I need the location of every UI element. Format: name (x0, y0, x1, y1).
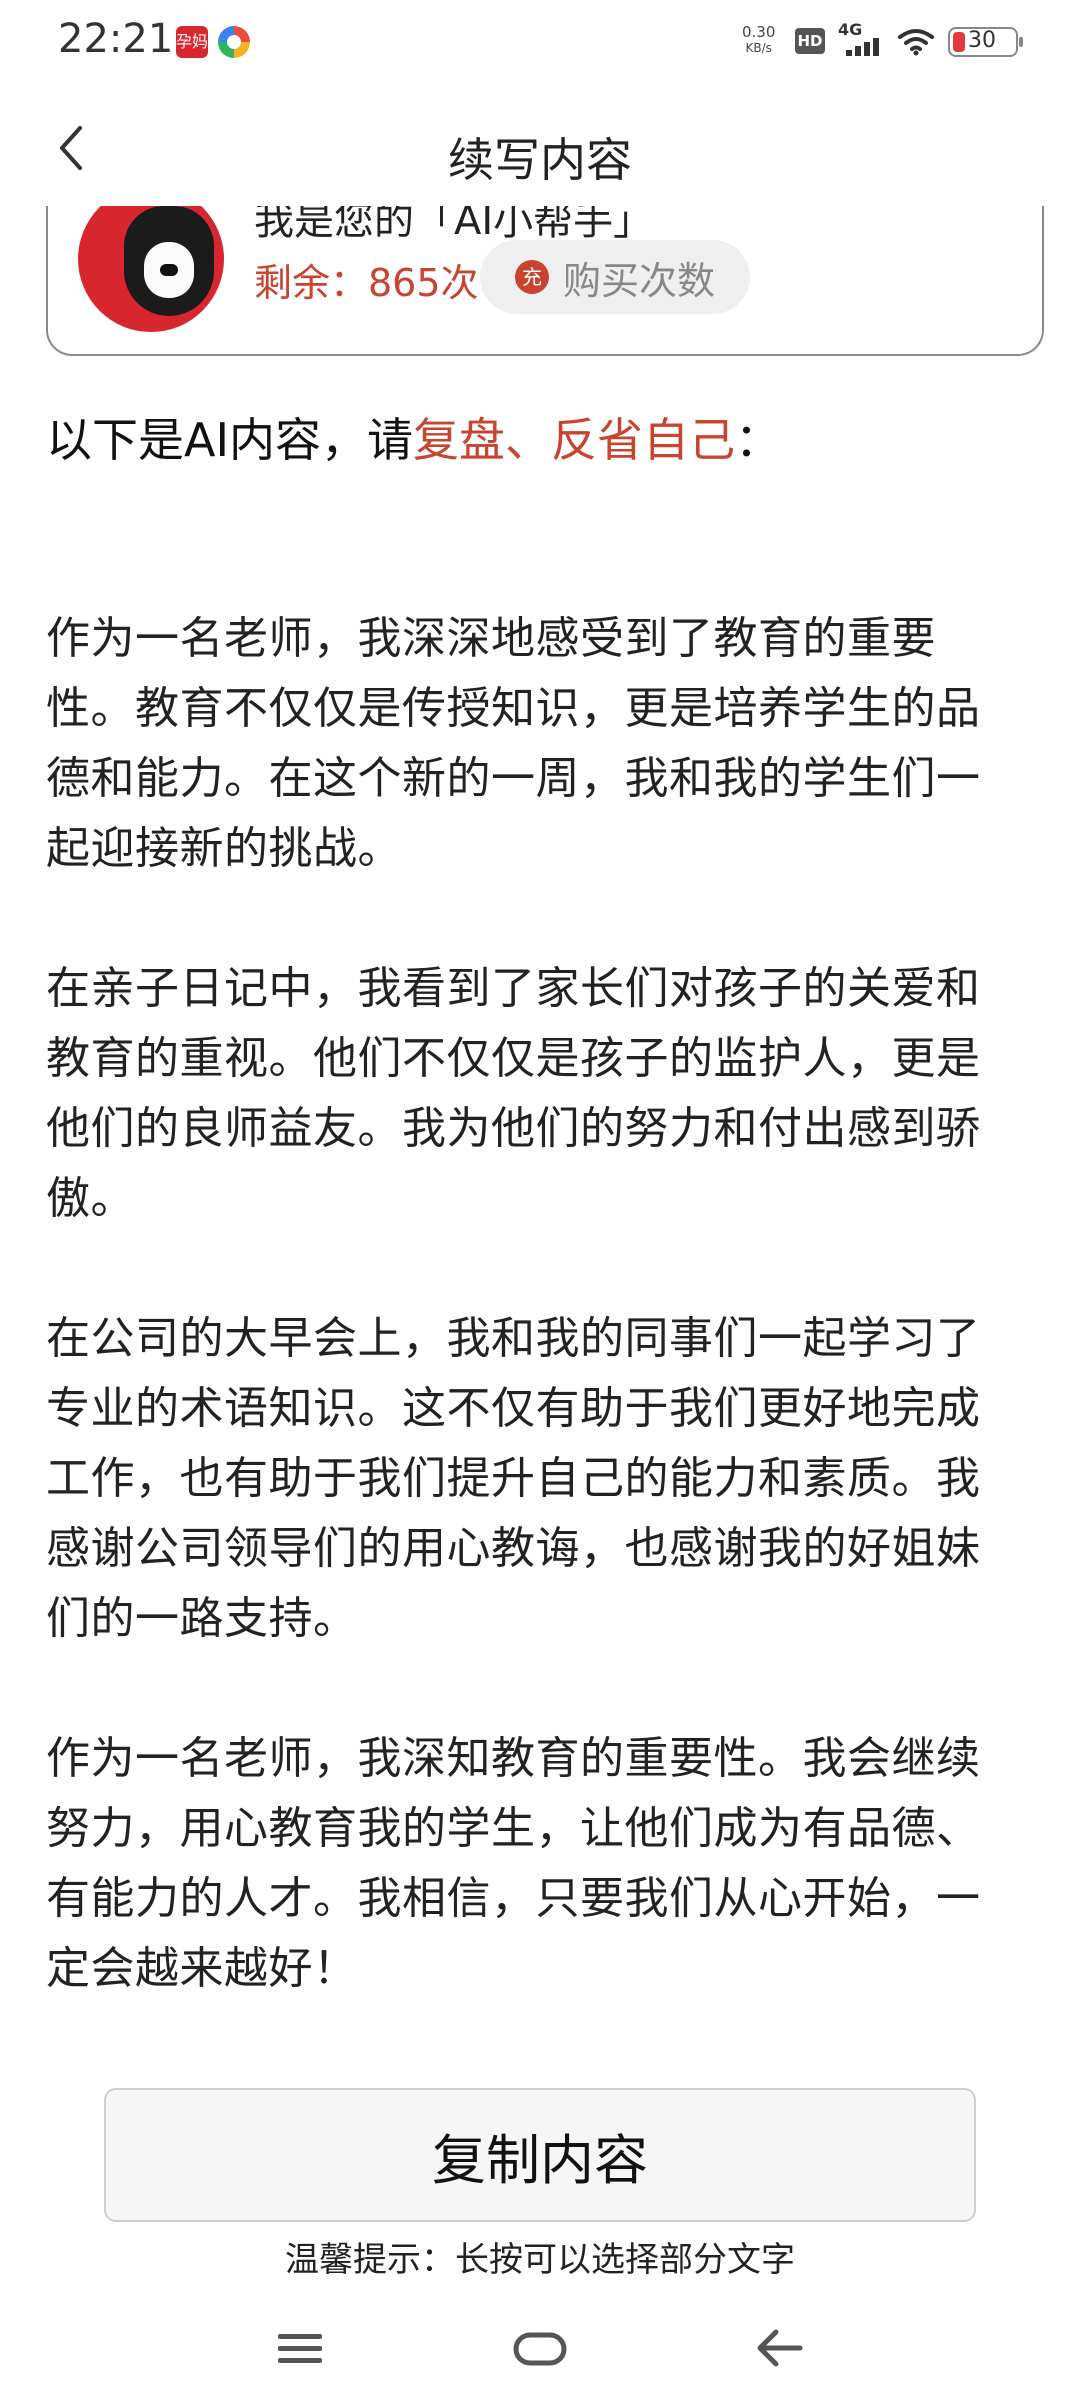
system-nav-bar (0, 2300, 1080, 2400)
network-speed: 0.30 KB/s (742, 24, 775, 56)
buy-times-button[interactable]: 充 购买次数 (480, 240, 750, 314)
wifi-icon (898, 29, 934, 56)
network-speed-value: 0.30 (742, 23, 776, 41)
assistant-card: 我是您的「AI小帮手」 剩余：865次 充 购买次数 (46, 206, 1044, 356)
avatar (78, 206, 224, 332)
menu-icon[interactable] (260, 2318, 340, 2378)
ai-content[interactable]: 作为一名老师，我深深地感受到了教育的重要性。教育不仅仅是传授知识，更是培养学生的… (46, 604, 1006, 2074)
arrow-left-icon[interactable] (740, 2318, 820, 2378)
intro-suffix: ： (735, 413, 782, 467)
intro-accent: 复盘、反省自己 (413, 413, 736, 467)
status-bar: 22:21 孕妈 0.30 KB/s HD 4G 30 (0, 0, 1080, 84)
app-notification-icon: 孕妈 (176, 26, 208, 58)
content-paragraph[interactable]: 在公司的大早会上，我和我的同事们一起学习了专业的术语知识。这不仅有助于我们更好地… (46, 1304, 1006, 1654)
copy-content-label: 复制内容 (432, 2128, 648, 2192)
app-header: 续写内容 (0, 96, 1080, 206)
intro-line: 以下是AI内容，请复盘、反省自己： (46, 404, 781, 470)
home-icon[interactable] (500, 2318, 580, 2378)
copy-content-button[interactable]: 复制内容 (104, 2088, 976, 2222)
battery-level: 30 (968, 28, 996, 53)
app-notification-icon-2 (218, 26, 250, 58)
hd-icon: HD (795, 28, 825, 54)
remaining-count: 剩余：865次 (254, 261, 479, 305)
hint-text: 温馨提示：长按可以选择部分文字 (285, 2240, 795, 2280)
recharge-icon: 充 (514, 260, 549, 294)
signal-icon (846, 38, 886, 56)
buy-times-label: 购买次数 (562, 258, 715, 303)
content-paragraph[interactable]: 作为一名老师，我深深地感受到了教育的重要性。教育不仅仅是传授知识，更是培养学生的… (46, 604, 1006, 884)
network-speed-unit: KB/s (745, 41, 772, 55)
battery-icon: 30 (948, 27, 1023, 57)
network-type: 4G (838, 20, 863, 39)
page-title: 续写内容 (448, 133, 632, 187)
intro-prefix: 以下是AI内容，请 (46, 413, 414, 467)
content-paragraph[interactable]: 在亲子日记中，我看到了家长们对孩子的关爱和教育的重视。他们不仅仅是孩子的监护人，… (46, 954, 1006, 1234)
content-paragraph[interactable]: 作为一名老师，我深知教育的重要性。我会继续努力，用心教育我的学生，让他们成为有品… (46, 1724, 1006, 2004)
status-time: 22:21 (58, 16, 174, 62)
dog-mascot-icon (124, 206, 214, 316)
